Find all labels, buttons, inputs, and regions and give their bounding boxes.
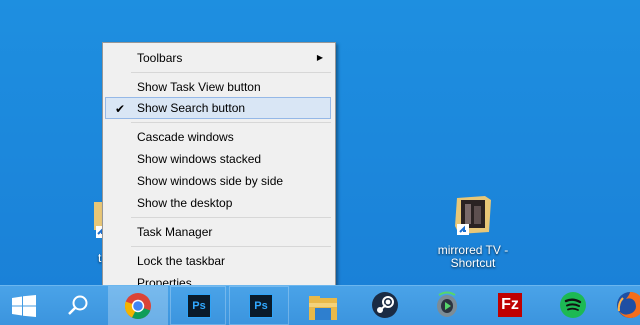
menu-item-label: Toolbars xyxy=(137,51,183,65)
taskbar-item-firefox[interactable] xyxy=(608,286,640,325)
menu-item-label: Show windows stacked xyxy=(137,152,262,166)
menu-item-label: Show windows side by side xyxy=(137,174,284,188)
desktop-icon-label: t xyxy=(98,251,102,265)
windows-logo-icon xyxy=(12,295,36,317)
menu-item-show-the-desktop[interactable]: Show the desktop xyxy=(105,192,331,214)
menu-item-label: Show Task View button xyxy=(137,80,261,94)
menu-item-show-task-view-button[interactable]: Show Task View button xyxy=(105,76,331,98)
spotify-icon xyxy=(560,292,586,318)
menu-separator xyxy=(131,72,331,73)
taskbar-item-file-explorer[interactable] xyxy=(298,286,348,325)
taskbar-item-media-player[interactable] xyxy=(422,286,472,325)
start-button[interactable] xyxy=(0,286,50,325)
media-player-icon xyxy=(437,291,457,317)
folder-icon xyxy=(309,296,337,320)
photoshop-icon: Ps xyxy=(187,294,211,318)
menu-item-label: Lock the taskbar xyxy=(137,254,226,268)
checkmark-icon: ✔ xyxy=(115,102,126,116)
submenu-arrow-icon: ▶ xyxy=(316,53,323,62)
taskbar-item-photoshop-1[interactable]: Ps xyxy=(170,286,226,325)
firefox-icon xyxy=(617,291,640,318)
menu-item-cascade-windows[interactable]: Cascade windows xyxy=(105,126,331,148)
menu-item-show-windows-stacked[interactable]: Show windows stacked xyxy=(105,148,331,170)
menu-item-show-windows-side-by-side[interactable]: Show windows side by side xyxy=(105,170,331,192)
taskbar-item-chrome[interactable] xyxy=(108,286,168,325)
menu-separator xyxy=(131,217,331,218)
desktop: t mirrored TV - Shortcut Toolbars ▶ Show… xyxy=(0,0,640,296)
search-icon xyxy=(68,295,88,315)
menu-item-lock-the-taskbar[interactable]: Lock the taskbar xyxy=(105,250,331,272)
photoshop-icon: Ps xyxy=(249,294,273,318)
steam-icon xyxy=(372,292,398,318)
video-thumbnail-icon xyxy=(453,196,493,236)
chrome-icon xyxy=(124,293,151,320)
search-button[interactable] xyxy=(54,286,102,325)
menu-item-label: Show Search button xyxy=(137,101,246,115)
taskbar-item-filezilla[interactable]: Fz xyxy=(486,286,536,325)
desktop-icon-mirrored-tv[interactable]: mirrored TV - Shortcut xyxy=(432,196,514,270)
menu-separator xyxy=(131,246,331,247)
menu-item-toolbars[interactable]: Toolbars ▶ xyxy=(105,47,331,69)
menu-item-show-search-button[interactable]: ✔ Show Search button xyxy=(105,97,331,119)
taskbar-item-photoshop-2[interactable]: Ps xyxy=(229,286,289,325)
menu-item-label: Task Manager xyxy=(137,225,213,239)
menu-item-task-manager[interactable]: Task Manager xyxy=(105,221,331,243)
taskbar-item-spotify[interactable] xyxy=(548,286,598,325)
menu-separator xyxy=(131,122,331,123)
shortcut-label-line2: Shortcut xyxy=(450,256,496,270)
filezilla-icon: Fz xyxy=(498,293,522,317)
taskbar-item-steam[interactable] xyxy=(360,286,410,325)
menu-item-label: Cascade windows xyxy=(137,130,234,144)
menu-item-label: Show the desktop xyxy=(137,196,233,210)
taskbar-context-menu: Toolbars ▶ Show Task View button ✔ Show … xyxy=(102,42,336,296)
taskbar: Ps Ps Fz xyxy=(0,285,640,325)
